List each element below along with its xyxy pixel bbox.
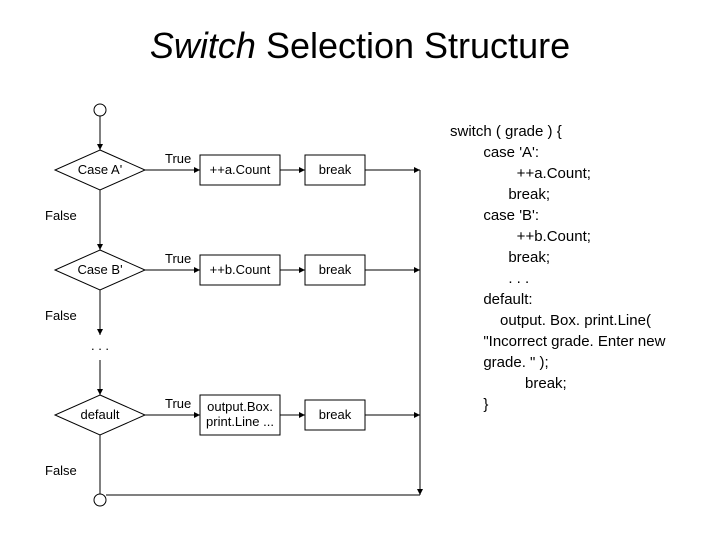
end-node [94, 494, 106, 506]
code-line: break; [450, 249, 550, 266]
code-line: ++b.Count; [450, 228, 591, 245]
code-line: output. Box. print.Line( [450, 312, 651, 329]
code-line: grade. " ); [450, 354, 549, 371]
true-label-a: True [165, 151, 191, 166]
code-line: } [450, 396, 488, 413]
case-b-label: Case B' [77, 262, 122, 277]
false-label-a: False [45, 208, 77, 223]
true-label-b: True [165, 251, 191, 266]
false-label-b: False [45, 308, 77, 323]
inc-b-text: ++b.Count [210, 262, 271, 277]
ellipsis-label: . . . [91, 338, 109, 353]
false-label-default: False [45, 463, 77, 478]
inc-a-text: ++a.Count [210, 162, 271, 177]
break-default-text: break [319, 407, 352, 422]
break-a-text: break [319, 162, 352, 177]
true-label-default: True [165, 396, 191, 411]
code-line: "Incorrect grade. Enter new [450, 333, 665, 350]
break-b-text: break [319, 262, 352, 277]
case-a-label: Case A' [78, 162, 122, 177]
code-block: switch ( grade ) { case 'A': ++a.Count; … [450, 100, 710, 415]
code-line: case 'A': [450, 144, 539, 161]
default-label: default [80, 407, 119, 422]
code-line: ++a.Count; [450, 165, 591, 182]
code-line: case 'B': [450, 207, 539, 224]
code-line: switch ( grade ) { [450, 123, 562, 140]
output-text-1: output.Box. [207, 399, 273, 414]
code-line: break; [450, 375, 567, 392]
code-line: . . . [450, 270, 529, 287]
start-node [94, 104, 106, 116]
output-text-2: print.Line ... [206, 414, 274, 429]
code-line: break; [450, 186, 550, 203]
code-line: default: [450, 291, 533, 308]
